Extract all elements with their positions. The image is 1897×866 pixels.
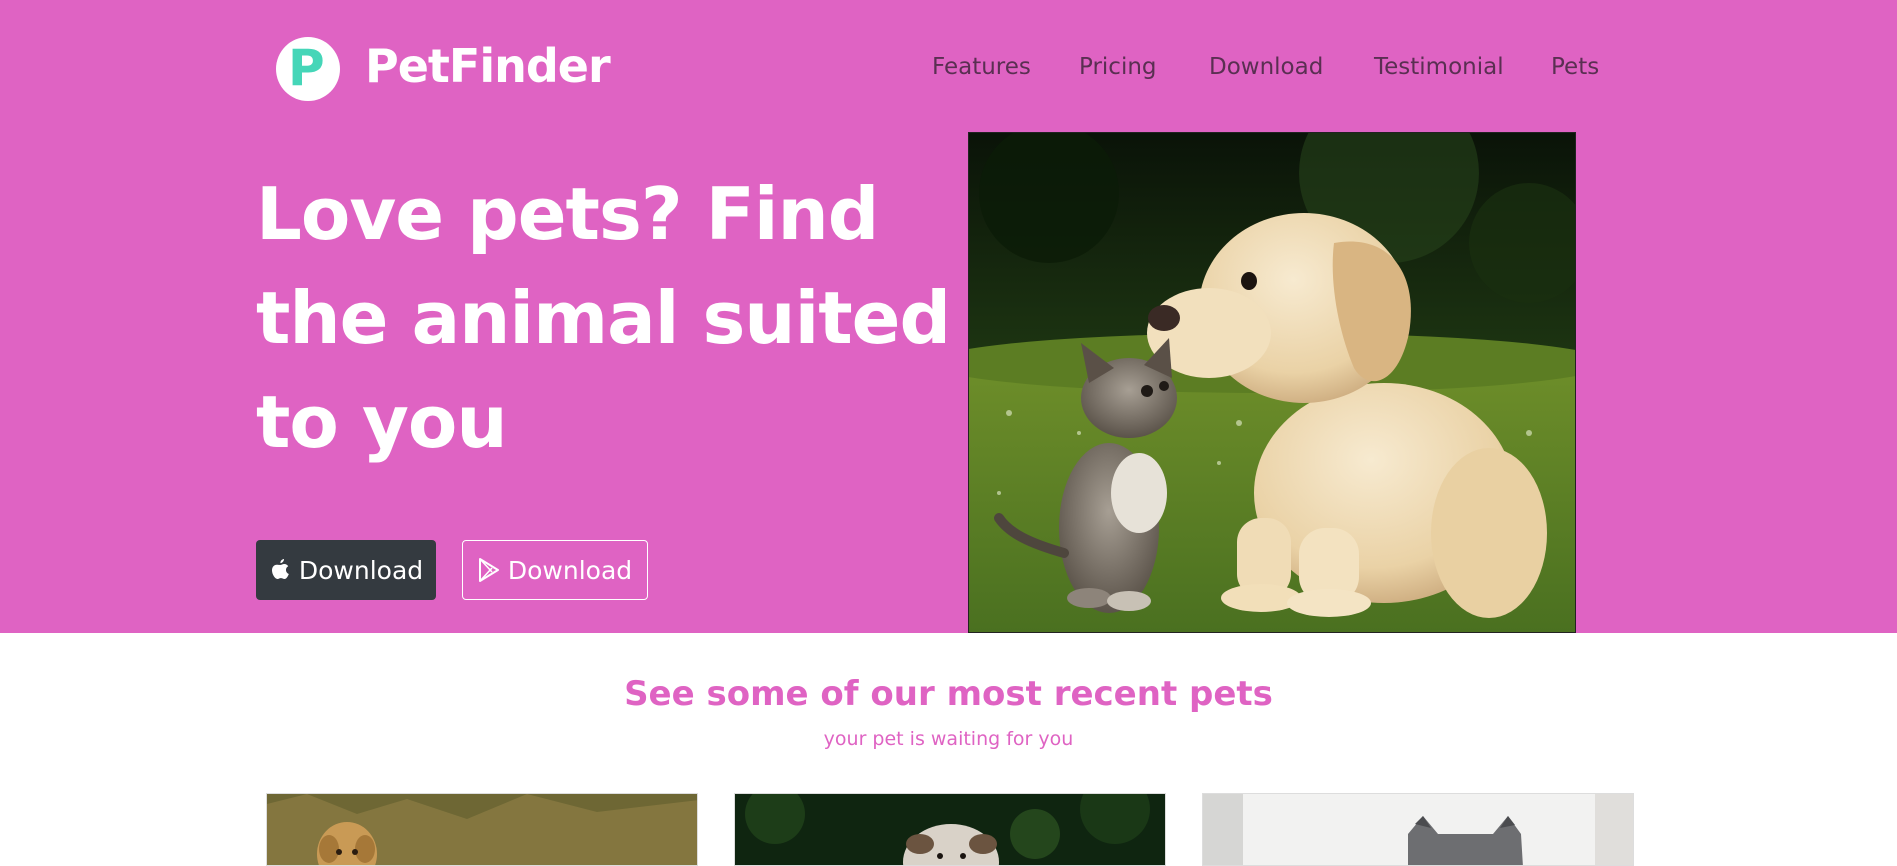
logo-icon[interactable]: P bbox=[276, 37, 340, 101]
hero-section: P PetFinder Features Pricing Download Te… bbox=[0, 0, 1897, 633]
nav-link-features[interactable]: Features bbox=[932, 52, 1031, 82]
logo-letter: P bbox=[288, 39, 325, 97]
recent-pets-title: See some of our most recent pets bbox=[624, 674, 1273, 714]
play-download-label: Download bbox=[507, 555, 633, 585]
bulldog-photo bbox=[735, 794, 1165, 865]
dog-photo bbox=[267, 794, 697, 865]
recent-pets-subtitle: your pet is waiting for you bbox=[823, 728, 1074, 750]
nav-link-pets[interactable]: Pets bbox=[1551, 52, 1599, 82]
pet-card-bulldog[interactable] bbox=[734, 793, 1166, 866]
puppy-and-kitten-photo bbox=[968, 132, 1576, 633]
nav-link-testimonial[interactable]: Testimonial bbox=[1374, 52, 1504, 82]
pet-card-cat[interactable] bbox=[1202, 793, 1634, 866]
pet-card-dog[interactable] bbox=[266, 793, 698, 866]
cat-photo bbox=[1203, 794, 1633, 865]
apple-download-button[interactable]: Download bbox=[256, 540, 436, 600]
hero-photo-art bbox=[969, 133, 1575, 632]
google-play-icon bbox=[478, 558, 499, 582]
nav-link-pricing[interactable]: Pricing bbox=[1079, 52, 1157, 82]
apple-download-label: Download bbox=[298, 555, 424, 585]
brand-name[interactable]: PetFinder bbox=[365, 38, 611, 94]
nav-link-download[interactable]: Download bbox=[1209, 52, 1323, 82]
hero-headline: Love pets? Find the animal suited to you bbox=[256, 172, 951, 464]
play-download-button[interactable]: Download bbox=[462, 540, 648, 600]
apple-icon bbox=[271, 559, 289, 579]
